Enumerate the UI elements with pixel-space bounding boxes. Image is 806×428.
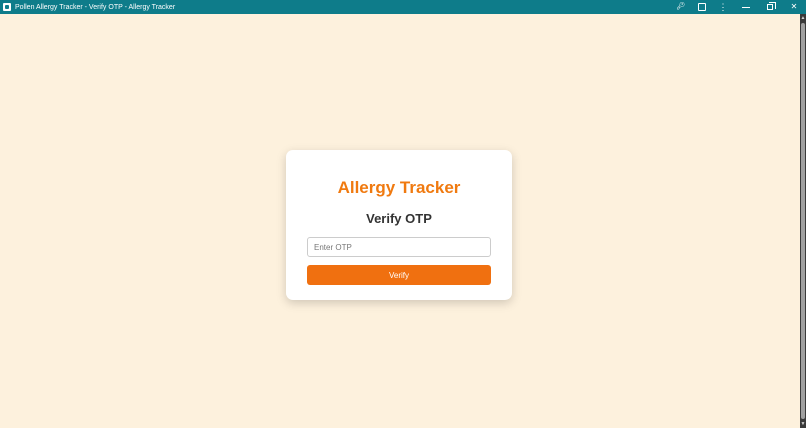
key-icon[interactable]: 🔑︎ bbox=[670, 0, 692, 14]
page-title: Verify OTP bbox=[366, 211, 432, 226]
app-icon bbox=[3, 3, 11, 11]
restore-icon[interactable] bbox=[758, 0, 782, 14]
scroll-down-arrow-icon[interactable]: ▼ bbox=[800, 420, 806, 428]
brand-title: Allergy Tracker bbox=[337, 178, 461, 197]
verify-otp-card: Allergy Tracker Verify OTP Verify bbox=[286, 150, 512, 300]
minimize-icon[interactable] bbox=[734, 0, 758, 14]
close-icon[interactable]: ✕ bbox=[782, 0, 806, 14]
titlebar-controls: 🔑︎ ⋮ ✕ bbox=[670, 0, 806, 14]
window-title: Pollen Allergy Tracker - Verify OTP - Al… bbox=[15, 3, 176, 11]
extension-icon[interactable] bbox=[692, 0, 712, 14]
otp-input[interactable] bbox=[307, 237, 491, 257]
verify-button[interactable]: Verify bbox=[307, 265, 491, 285]
scroll-thumb[interactable] bbox=[801, 23, 805, 419]
window-titlebar: Pollen Allergy Tracker - Verify OTP - Al… bbox=[0, 0, 806, 14]
vertical-scrollbar[interactable]: ▲ ▼ bbox=[800, 14, 806, 428]
more-vert-icon[interactable]: ⋮ bbox=[712, 0, 734, 14]
scroll-up-arrow-icon[interactable]: ▲ bbox=[800, 14, 806, 22]
